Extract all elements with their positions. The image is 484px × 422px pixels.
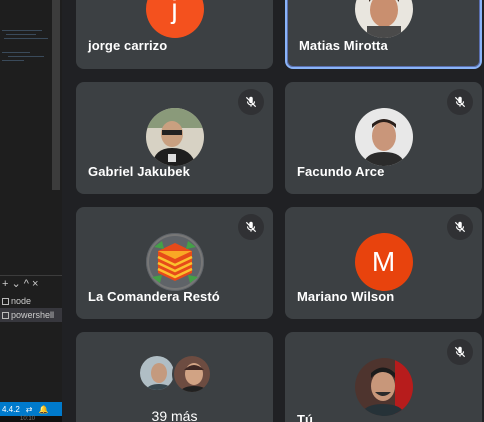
participant-tile-active-speaker[interactable]: Matias Mirotta <box>285 0 482 69</box>
status-version[interactable]: 4.4.2 <box>2 405 20 414</box>
participant-tile[interactable]: Facundo Arce <box>285 82 482 194</box>
avatar <box>145 108 204 166</box>
terminal-icon <box>2 297 9 305</box>
status-bar: 4.4.2 ⇄ 🔔 <box>0 402 62 416</box>
bell-icon[interactable]: 🔔 <box>39 405 49 414</box>
self-tile[interactable]: Tú <box>285 332 482 422</box>
avatar <box>354 0 413 38</box>
mic-off-icon <box>238 89 264 115</box>
mic-off-icon <box>238 214 264 240</box>
remote-icon[interactable]: ⇄ <box>26 405 33 414</box>
code-area <box>0 0 56 270</box>
logo-avatar <box>145 233 204 291</box>
taskbar-time: 10:10 <box>0 416 62 422</box>
avatar <box>172 354 212 394</box>
participant-name: Mariano Wilson <box>297 289 395 304</box>
editor-scrollbar[interactable] <box>52 0 60 190</box>
avatar: j <box>145 0 204 38</box>
participant-name: Facundo Arce <box>297 164 385 179</box>
terminal-item-powershell[interactable]: powershell <box>0 308 62 322</box>
code-editor-window: + ⌄ ^ × node powershell 4.4.2 ⇄ 🔔 10:10 <box>0 0 62 422</box>
participant-tile[interactable]: j jorge carrizo <box>76 0 273 69</box>
participant-name: Matias Mirotta <box>299 38 388 53</box>
avatar <box>354 358 413 416</box>
more-participants-label: 39 más <box>151 408 198 422</box>
terminal-toolbar[interactable]: + ⌄ ^ × <box>0 275 62 291</box>
participant-name: Gabriel Jakubek <box>88 164 190 179</box>
participant-tile[interactable]: M Mariano Wilson <box>285 207 482 319</box>
avatar <box>138 354 176 392</box>
terminal-label: powershell <box>11 310 55 320</box>
participant-tile[interactable]: La Comandera Restó <box>76 207 273 319</box>
participant-name: Tú <box>297 412 314 422</box>
avatar <box>354 108 413 166</box>
terminal-item-node[interactable]: node <box>0 294 62 308</box>
participant-name: jorge carrizo <box>88 38 168 53</box>
terminal-controls[interactable]: + ⌄ ^ × <box>2 277 38 290</box>
terminal-label: node <box>11 296 32 306</box>
mic-off-icon <box>447 89 473 115</box>
terminal-icon <box>2 311 9 319</box>
more-participants-tile[interactable]: 39 más <box>76 332 273 422</box>
mic-off-icon <box>447 214 473 240</box>
participant-name: La Comandera Restó <box>88 289 220 304</box>
avatar: M <box>354 233 413 291</box>
participant-tile[interactable]: Gabriel Jakubek <box>76 82 273 194</box>
mic-off-icon <box>447 339 473 365</box>
